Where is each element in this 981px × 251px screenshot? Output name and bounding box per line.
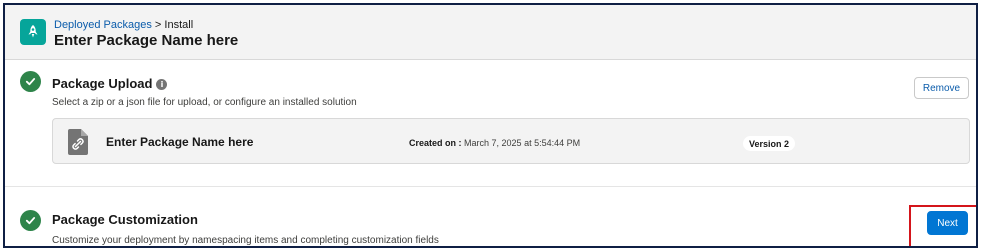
created-on: Created on : March 7, 2025 at 5:54:44 PM	[409, 138, 580, 148]
breadcrumb-deployed-packages[interactable]: Deployed Packages	[54, 19, 152, 31]
upload-section-title: Package Upload i	[52, 76, 168, 91]
file-link-icon	[68, 129, 88, 155]
breadcrumb: Deployed Packages > Install	[54, 19, 193, 31]
next-button[interactable]: Next	[927, 211, 968, 235]
upload-section-description: Select a zip or a json file for upload, …	[52, 97, 357, 108]
customization-section-description: Customize your deployment by namespacing…	[52, 235, 439, 246]
window-frame: Deployed Packages > Install Enter Packag…	[3, 3, 978, 248]
remove-button[interactable]: Remove	[914, 77, 969, 99]
upload-section-title-text: Package Upload	[52, 76, 153, 91]
created-on-value: March 7, 2025 at 5:54:44 PM	[464, 138, 581, 148]
upload-complete-check-icon	[20, 71, 41, 92]
customization-complete-check-icon	[20, 210, 41, 231]
info-icon[interactable]: i	[156, 79, 168, 90]
page-header: Deployed Packages > Install Enter Packag…	[5, 5, 976, 60]
page-title: Enter Package Name here	[54, 32, 239, 49]
package-card: Enter Package Name here Created on : Mar…	[52, 118, 970, 164]
package-name: Enter Package Name here	[106, 135, 254, 149]
rocket-icon	[20, 19, 46, 45]
version-badge: Version 2	[743, 136, 796, 151]
section-divider	[5, 186, 976, 187]
created-on-label: Created on :	[409, 138, 462, 148]
breadcrumb-current: Install	[164, 19, 194, 31]
breadcrumb-separator: >	[154, 19, 162, 31]
customization-section-title: Package Customization	[52, 212, 198, 227]
